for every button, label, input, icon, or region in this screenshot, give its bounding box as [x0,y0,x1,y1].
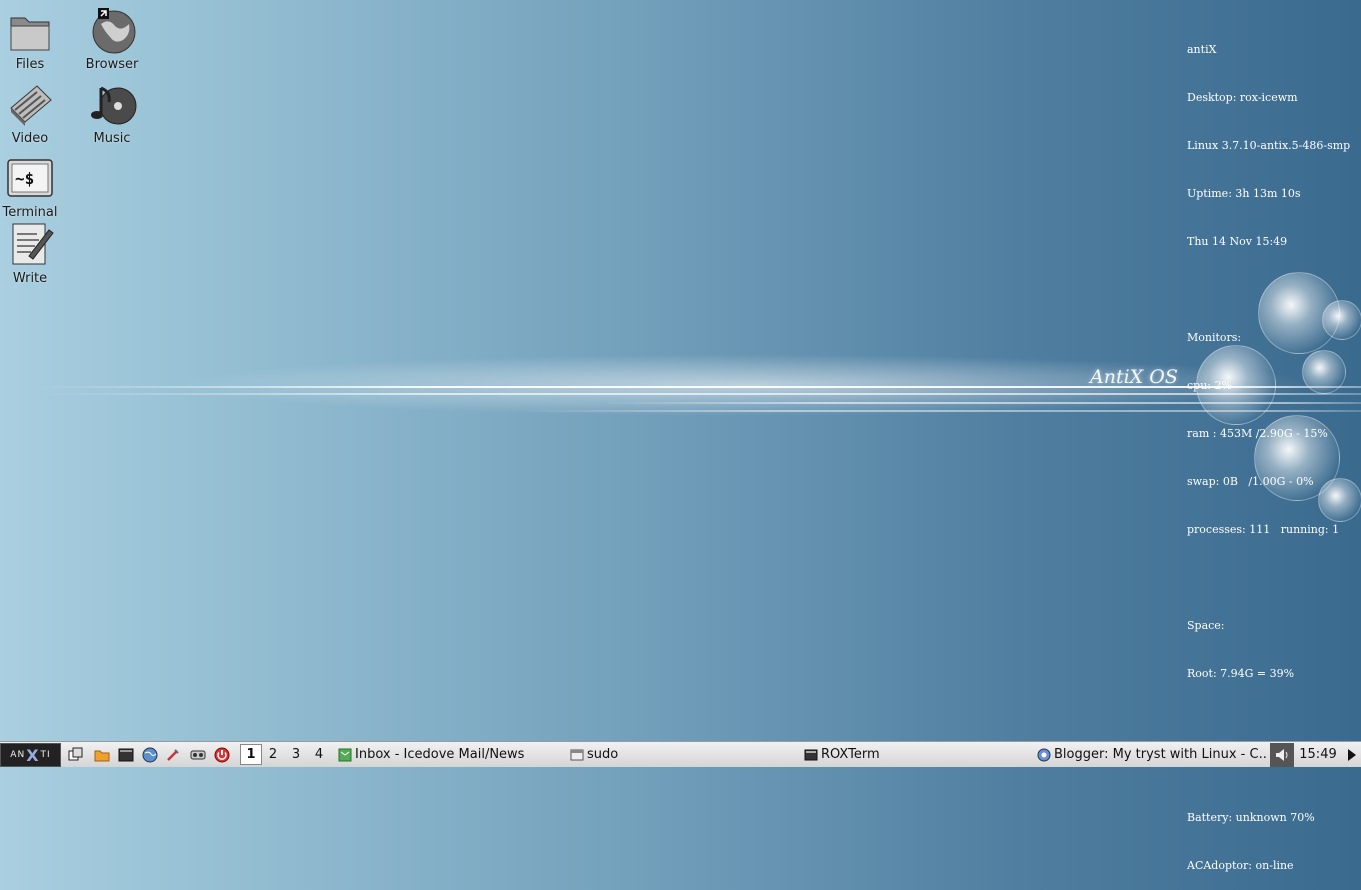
tools-icon[interactable] [163,745,183,765]
conky-desktop: Desktop: rox-icewm [1187,91,1298,104]
mail-icon [338,748,352,762]
conky-battery: Battery: unknown 70% [1187,811,1315,824]
taskbar: AN X TI 1 2 3 4 Inbox - Icedove Mail/New… [0,741,1361,767]
start-logo-left: AN [10,750,26,760]
desktop-icon-write[interactable]: Write [0,220,65,286]
task-blogger[interactable]: Blogger: My tryst with Linux - C... [1035,742,1267,767]
globe-icon [87,6,137,56]
start-logo-x: X [26,745,40,765]
taskbar-clock[interactable]: 15:49 [1296,742,1340,767]
show-desktop-icon[interactable] [66,745,86,765]
task-sudo[interactable]: sudo [568,742,796,767]
conky-blank [1187,714,1350,730]
conky-uptime: Uptime: 3h 13m 10s [1187,187,1301,200]
workspace-2[interactable]: 2 [262,744,284,765]
terminal-icon [804,748,818,762]
desktop-icon-label: Files [15,57,45,72]
power-icon[interactable] [212,745,232,765]
workspace-3[interactable]: 3 [285,744,307,765]
conky-blank [1187,282,1350,298]
task-label: Blogger: My tryst with Linux - C... [1054,747,1267,762]
conky-cpu: cpu: 2% [1187,379,1232,392]
desktop-icon-music[interactable]: Music [77,80,147,146]
task-label: ROXTerm [821,747,880,762]
start-menu-button[interactable]: AN X TI [0,743,61,767]
terminal-icon[interactable] [116,745,136,765]
wallpaper-line [40,393,1361,395]
conky-swap: swap: 0B /1.00G - 0% [1187,475,1314,488]
conky-monitors-heading: Monitors: [1187,331,1242,344]
volume-icon[interactable] [1270,743,1294,767]
desktop-icon-label: Browser [85,57,139,72]
folder-icon [5,6,55,56]
task-roxterm[interactable]: ROXTerm [802,742,1030,767]
video-icon [5,80,55,130]
desktop-icon-browser[interactable]: Browser [77,6,147,72]
desktop-icon-label: Terminal [2,205,58,220]
conky-processes: processes: 111 running: 1 [1187,523,1340,536]
task-label: Inbox - Icedove Mail/News [355,747,525,762]
conky-space-heading: Space: [1187,619,1225,632]
conky-ac-adapter: ACAdoptor: on-line [1187,859,1294,872]
browser-icon [1037,748,1051,762]
write-icon [5,220,55,270]
control-centre-icon[interactable] [188,745,208,765]
desktop-icon-label: Video [11,131,49,146]
conky-blank [1187,570,1350,586]
conky-kernel: Linux 3.7.10-antix.5-486-smp [1187,139,1351,152]
workspace-4[interactable]: 4 [308,744,330,765]
conky-date: Thu 14 Nov 15:49 [1187,235,1288,248]
desktop-icon-files[interactable]: Files [0,6,65,72]
window-icon [570,748,584,762]
desktop-icon-label: Write [12,271,48,286]
music-icon [87,80,137,130]
file-manager-icon[interactable] [92,745,112,765]
workspace-1[interactable]: 1 [240,744,262,765]
browser-icon[interactable] [140,745,160,765]
conky-ram: ram : 453M /2.90G - 15% [1187,427,1328,440]
task-label: sudo [587,747,619,762]
terminal-icon: ~$ [5,154,55,204]
svg-text:~$: ~$ [15,169,34,188]
wallpaper-brand-text: AntiX OS [1090,366,1178,388]
desktop-icon-terminal[interactable]: ~$ Terminal [0,154,65,220]
desktop-icon-label: Music [93,131,131,146]
conky-root-space: Root: 7.94G = 39% [1187,667,1295,680]
conky-distro: antiX [1187,43,1217,56]
desktop-icon-video[interactable]: Video [0,80,65,146]
tray-expand-arrow-icon[interactable] [1344,742,1360,767]
task-icedove[interactable]: Inbox - Icedove Mail/News [336,742,564,767]
start-logo-right: TI [40,750,51,760]
